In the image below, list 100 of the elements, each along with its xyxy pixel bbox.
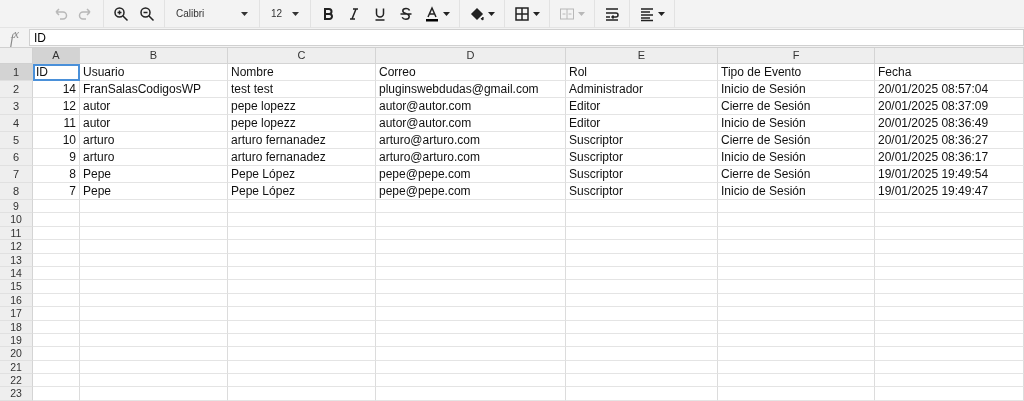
caret-icon: [443, 11, 450, 16]
table-cell: 19/01/2025 19:49:47: [875, 183, 1024, 200]
row-header[interactable]: 10: [0, 213, 33, 227]
font-size-dropdown[interactable]: 12: [265, 2, 305, 25]
table-cell: pepe lopezz: [228, 115, 376, 132]
table-cell: Suscriptor: [566, 183, 718, 200]
table-cell: FranSalasCodigosWP: [80, 81, 228, 98]
table-cell: autor: [80, 98, 228, 115]
formula-label: f$^{x}$: [8, 27, 21, 48]
caret-icon: [488, 11, 495, 16]
table-cell: pluginswebdudas@gmail.com: [376, 81, 566, 98]
table-cell: pepe@pepe.com: [376, 183, 566, 200]
formula-field[interactable]: ID: [29, 29, 1024, 46]
row-header[interactable]: 17: [0, 307, 33, 321]
table-cell: autor: [80, 115, 228, 132]
table-cell: Rol: [566, 64, 718, 81]
table-cell: 7: [33, 183, 80, 200]
column-header[interactable]: B: [80, 48, 228, 64]
table-cell: arturo@arturo.com: [376, 132, 566, 149]
strikethrough-icon: [398, 5, 414, 22]
table-cell: Cierre de Sesión: [718, 166, 875, 183]
table-cell: 8: [33, 166, 80, 183]
table-cell: Pepe López: [228, 166, 376, 183]
table-cell: Nombre: [228, 64, 376, 81]
caret-icon: [533, 11, 540, 16]
row-header[interactable]: 1: [0, 64, 33, 81]
table-cell: Editor: [566, 115, 718, 132]
table-cell: Administrador: [566, 81, 718, 98]
table-cell: 10: [33, 132, 80, 149]
row-header[interactable]: 3: [0, 98, 33, 115]
table-cell: Cierre de Sesión: [718, 98, 875, 115]
table-cell: test test: [228, 81, 376, 98]
zoom-out-icon: [139, 5, 155, 22]
align-left-icon: [639, 5, 655, 22]
table-cell: 20/01/2025 08:36:27: [875, 132, 1024, 149]
table-cell: Suscriptor: [566, 132, 718, 149]
text-color-icon: [424, 5, 440, 22]
wrap-text-icon: [604, 5, 620, 22]
table-cell: 20/01/2025 08:36:49: [875, 115, 1024, 132]
table-cell: Inicio de Sesión: [718, 115, 875, 132]
font-dropdown[interactable]: Calibri: [170, 2, 254, 25]
table-cell: 20/01/2025 08:37:09: [875, 98, 1024, 115]
table-cell: Pepe López: [228, 183, 376, 200]
table-cell: pepe@pepe.com: [376, 166, 566, 183]
table-cell: 11: [33, 115, 80, 132]
table-cell: 20/01/2025 08:36:17: [875, 149, 1024, 166]
row-header[interactable]: 22: [0, 374, 33, 388]
table-cell: 14: [33, 81, 80, 98]
table-cell: Inicio de Sesión: [718, 183, 875, 200]
table-cell: arturo fernanadez: [228, 149, 376, 166]
table-cell: Inicio de Sesión: [718, 81, 875, 98]
grid-icon: [514, 5, 530, 22]
undo-icon: [52, 5, 68, 22]
table-cell: arturo: [80, 149, 228, 166]
table-cell: Inicio de Sesión: [718, 149, 875, 166]
row-header[interactable]: 4: [0, 115, 33, 132]
table-cell: Cierre de Sesión: [718, 132, 875, 149]
caret-icon: [292, 11, 299, 16]
table-cell: autor@autor.com: [376, 115, 566, 132]
table-cell: arturo@arturo.com: [376, 149, 566, 166]
row-header[interactable]: 20: [0, 347, 33, 361]
column-header[interactable]: C: [228, 48, 376, 64]
table-cell: Suscriptor: [566, 149, 718, 166]
row-header[interactable]: 5: [0, 132, 33, 149]
table-cell: Fecha: [875, 64, 1024, 81]
table-cell: 20/01/2025 08:57:04: [875, 81, 1024, 98]
caret-icon: [578, 11, 585, 16]
redo-icon: [78, 5, 94, 22]
caret-icon: [241, 11, 248, 16]
table-cell: Correo: [376, 64, 566, 81]
column-header[interactable]: D: [376, 48, 566, 64]
table-cell: 19/01/2025 19:49:54: [875, 166, 1024, 183]
row-header[interactable]: 15: [0, 280, 33, 294]
table-cell: 9: [33, 149, 80, 166]
table-cell: pepe lopezz: [228, 98, 376, 115]
table-cell: Suscriptor: [566, 166, 718, 183]
paint-bucket-icon: [469, 5, 485, 22]
merge-cells-icon: [559, 5, 575, 22]
table-cell: ID: [33, 64, 80, 81]
table-cell: Editor: [566, 98, 718, 115]
zoom-in-icon: [113, 5, 129, 22]
row-header[interactable]: 2: [0, 81, 33, 98]
table-cell: Tipo de Evento: [718, 64, 875, 81]
row-header[interactable]: 8: [0, 183, 33, 200]
table-cell: 12: [33, 98, 80, 115]
column-header[interactable]: F: [718, 48, 875, 64]
table-cell: Pepe: [80, 166, 228, 183]
column-header[interactable]: A: [33, 48, 80, 64]
table-cell: Pepe: [80, 183, 228, 200]
row-header[interactable]: 6: [0, 149, 33, 166]
row-header[interactable]: 9: [0, 200, 33, 214]
table-cell: arturo fernanadez: [228, 132, 376, 149]
table-cell: autor@autor.com: [376, 98, 566, 115]
row-header[interactable]: 7: [0, 166, 33, 183]
table-cell: arturo: [80, 132, 228, 149]
row-header[interactable]: 23: [0, 387, 33, 401]
table-cell: Usuario: [80, 64, 228, 81]
caret-icon: [658, 11, 665, 16]
row-header[interactable]: 12: [0, 240, 33, 254]
column-header[interactable]: E: [566, 48, 718, 64]
